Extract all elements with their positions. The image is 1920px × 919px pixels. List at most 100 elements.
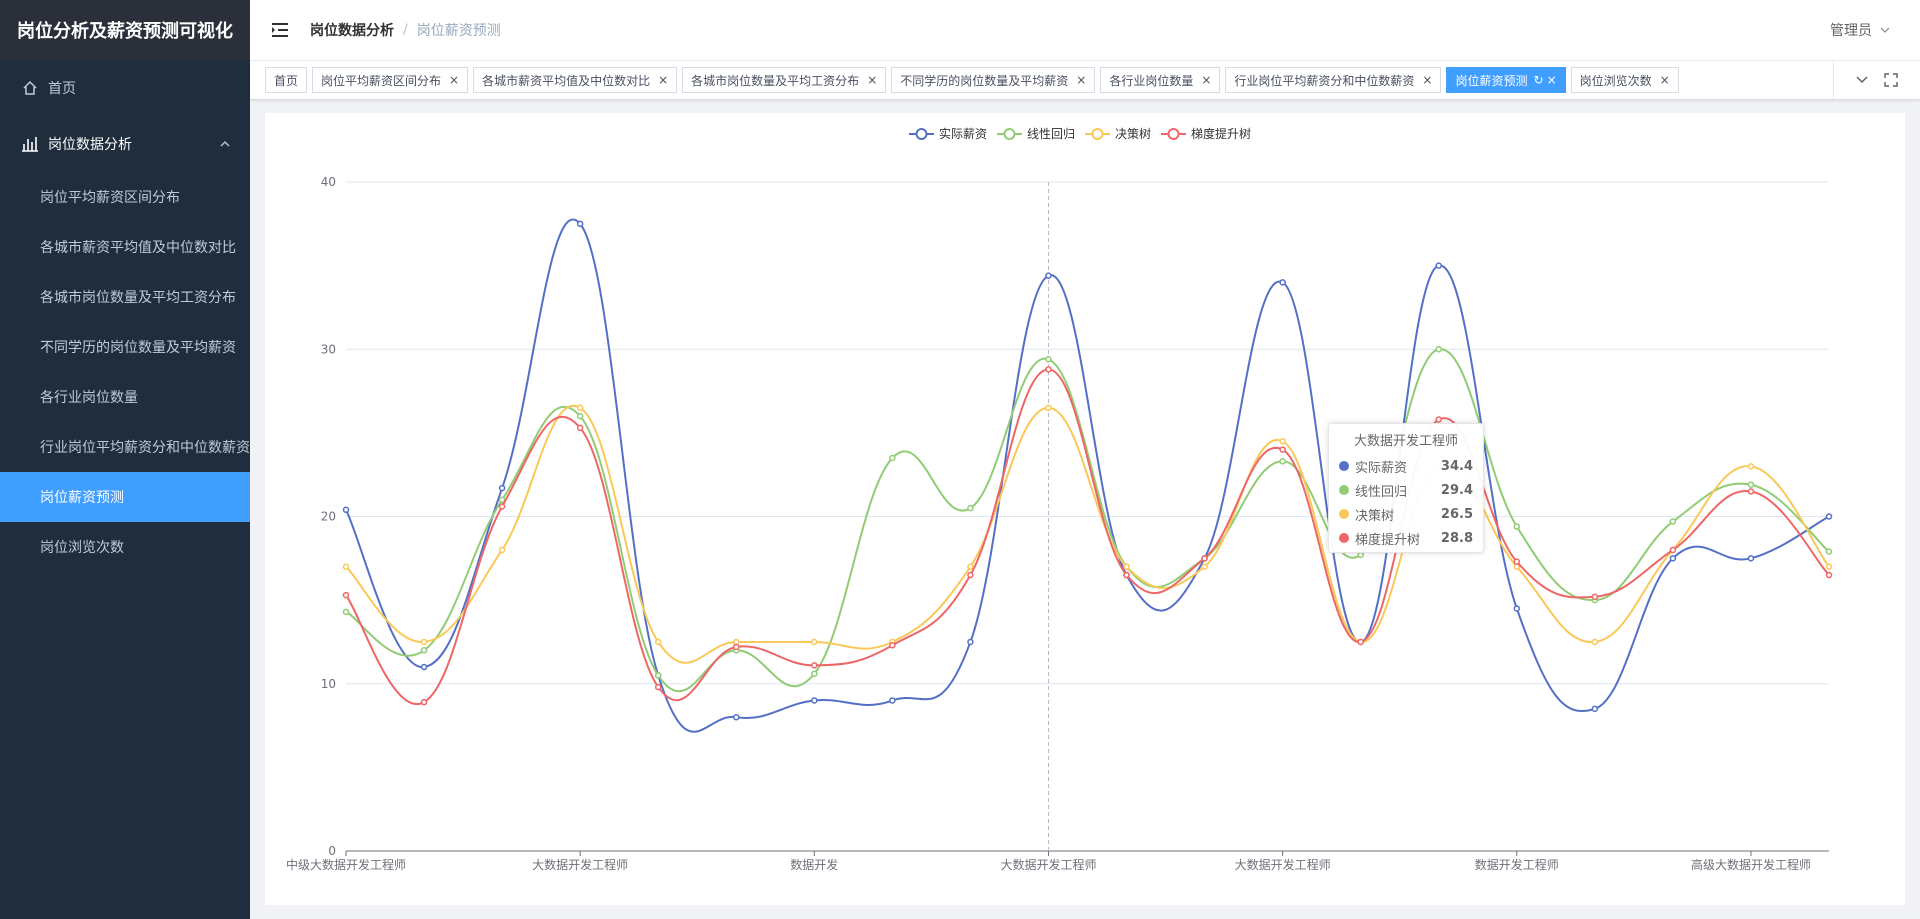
- fullscreen-icon[interactable]: [1884, 73, 1898, 87]
- close-icon[interactable]: ×: [867, 73, 877, 87]
- data-point[interactable]: [1435, 262, 1442, 269]
- data-point[interactable]: [1591, 638, 1599, 646]
- tag-item[interactable]: 各行业岗位数量 ×: [1100, 67, 1221, 93]
- data-point[interactable]: [1747, 555, 1755, 562]
- data-point[interactable]: [811, 697, 818, 704]
- data-point[interactable]: [1201, 563, 1208, 570]
- legend-label[interactable]: 实际薪资: [939, 126, 987, 141]
- data-point[interactable]: [1513, 605, 1521, 612]
- data-point[interactable]: [576, 404, 584, 412]
- sidebar-subitem[interactable]: 各行业岗位数量: [0, 372, 250, 422]
- data-point[interactable]: [1123, 563, 1130, 570]
- data-point[interactable]: [1591, 593, 1599, 601]
- data-point[interactable]: [1747, 481, 1755, 488]
- sidebar-group-analysis[interactable]: 岗位数据分析: [0, 116, 250, 172]
- tag-item[interactable]: 首页: [265, 67, 308, 93]
- data-point[interactable]: [1747, 463, 1755, 470]
- legend-label[interactable]: 决策树: [1115, 126, 1151, 141]
- data-point[interactable]: [576, 220, 584, 228]
- tag-item[interactable]: 各城市岗位数量及平均工资分布 ×: [682, 67, 887, 93]
- user-menu[interactable]: 管理员: [1830, 20, 1890, 40]
- data-point[interactable]: [654, 683, 662, 691]
- data-point[interactable]: [889, 697, 896, 704]
- data-point[interactable]: [1669, 546, 1677, 554]
- legend-marker[interactable]: [1091, 128, 1104, 140]
- close-icon[interactable]: ×: [1201, 73, 1211, 87]
- data-point[interactable]: [1435, 346, 1442, 353]
- close-icon[interactable]: ×: [1076, 73, 1086, 87]
- data-point[interactable]: [811, 638, 818, 646]
- data-point[interactable]: [967, 571, 974, 579]
- data-point[interactable]: [1279, 458, 1286, 465]
- hamburger-button[interactable]: [250, 0, 310, 60]
- sidebar-subitem[interactable]: 各城市薪资平均值及中位数对比: [0, 222, 250, 272]
- data-point[interactable]: [1201, 555, 1208, 562]
- data-point[interactable]: [1279, 279, 1286, 286]
- breadcrumb-item-parent[interactable]: 岗位数据分析: [310, 20, 394, 40]
- legend-label[interactable]: 梯度提升树: [1191, 126, 1251, 141]
- data-point[interactable]: [576, 412, 584, 420]
- data-point[interactable]: [1825, 563, 1833, 570]
- data-point[interactable]: [342, 563, 350, 570]
- data-point[interactable]: [733, 713, 740, 721]
- close-icon[interactable]: ×: [1660, 73, 1670, 87]
- tag-item[interactable]: 各城市薪资平均值及中位数对比 ×: [473, 67, 678, 93]
- data-point[interactable]: [1045, 272, 1052, 279]
- data-point[interactable]: [733, 643, 740, 651]
- data-point[interactable]: [342, 608, 350, 616]
- data-point[interactable]: [967, 638, 974, 646]
- data-point[interactable]: [1357, 551, 1364, 559]
- data-point[interactable]: [342, 506, 350, 514]
- data-point[interactable]: [420, 663, 428, 671]
- data-point[interactable]: [1357, 638, 1364, 646]
- data-point[interactable]: [498, 546, 506, 554]
- data-point[interactable]: [342, 591, 350, 599]
- data-point[interactable]: [1825, 571, 1833, 579]
- sidebar-subitem[interactable]: 不同学历的岗位数量及平均薪资: [0, 322, 250, 372]
- data-point[interactable]: [1045, 404, 1052, 412]
- close-icon[interactable]: ×: [1422, 73, 1432, 87]
- tag-item[interactable]: 岗位薪资预测 ↻ ×: [1446, 67, 1566, 93]
- data-point[interactable]: [498, 503, 506, 510]
- data-point[interactable]: [498, 484, 506, 492]
- tag-item[interactable]: 不同学历的岗位数量及平均薪资 ×: [891, 67, 1096, 93]
- sidebar-subitem[interactable]: 岗位薪资预测: [0, 472, 250, 522]
- data-point[interactable]: [811, 670, 818, 677]
- data-point[interactable]: [1591, 705, 1599, 713]
- legend-marker[interactable]: [915, 128, 928, 140]
- close-icon[interactable]: ×: [1547, 73, 1557, 87]
- data-point[interactable]: [1045, 356, 1052, 363]
- data-point[interactable]: [1279, 437, 1286, 445]
- refresh-icon[interactable]: ↻: [1534, 73, 1544, 87]
- chevron-down-icon[interactable]: [1856, 76, 1868, 84]
- close-icon[interactable]: ×: [658, 73, 668, 87]
- data-point[interactable]: [1513, 523, 1521, 530]
- data-point[interactable]: [1669, 518, 1677, 525]
- data-point[interactable]: [811, 662, 818, 669]
- data-point[interactable]: [889, 454, 896, 462]
- data-point[interactable]: [654, 672, 662, 679]
- close-icon[interactable]: ×: [449, 73, 459, 87]
- data-point[interactable]: [654, 638, 662, 646]
- data-point[interactable]: [1513, 558, 1521, 565]
- data-point[interactable]: [1279, 446, 1286, 453]
- legend-marker[interactable]: [1167, 128, 1180, 140]
- data-point[interactable]: [420, 647, 428, 654]
- data-point[interactable]: [967, 563, 974, 570]
- sidebar-subitem[interactable]: 岗位平均薪资区间分布: [0, 172, 250, 222]
- data-point[interactable]: [1123, 571, 1130, 579]
- data-point[interactable]: [1669, 555, 1677, 562]
- data-point[interactable]: [420, 698, 428, 706]
- data-point[interactable]: [889, 642, 896, 649]
- data-point[interactable]: [576, 424, 584, 432]
- sidebar-subitem[interactable]: 各城市岗位数量及平均工资分布: [0, 272, 250, 322]
- data-point[interactable]: [420, 638, 428, 646]
- data-point[interactable]: [967, 504, 974, 512]
- tag-item[interactable]: 岗位浏览次数 ×: [1570, 67, 1679, 93]
- sidebar-item-home[interactable]: 首页: [0, 60, 250, 116]
- data-point[interactable]: [1747, 488, 1755, 495]
- data-point[interactable]: [1825, 513, 1833, 520]
- data-point[interactable]: [733, 638, 740, 646]
- tag-item[interactable]: 行业岗位平均薪资分和中位数薪资 ×: [1225, 67, 1442, 93]
- sidebar-subitem[interactable]: 行业岗位平均薪资分和中位数薪资: [0, 422, 250, 472]
